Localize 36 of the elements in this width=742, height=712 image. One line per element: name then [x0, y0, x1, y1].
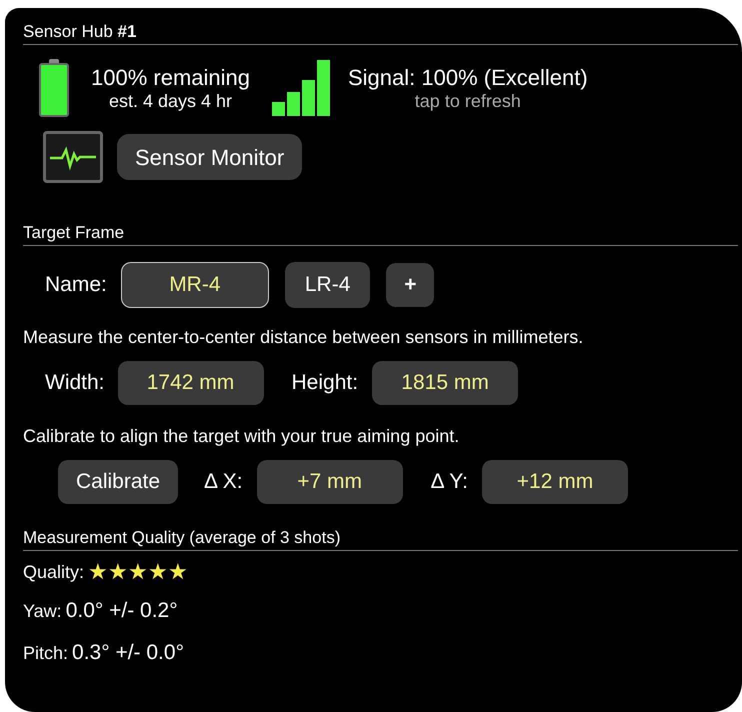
pitch-value: 0.3° +/- 0.0°	[72, 640, 184, 666]
section-heading: Target Frame	[23, 223, 738, 246]
delta-x-label: Δ X:	[204, 469, 243, 496]
width-field[interactable]: 1742 mm	[118, 361, 264, 405]
yaw-label: Yaw:	[23, 600, 62, 623]
section-heading: Measurement Quality (average of 3 shots)	[23, 528, 738, 551]
star-icon: ★	[88, 561, 108, 583]
battery-icon	[39, 59, 69, 117]
star-icon: ★	[168, 561, 188, 583]
add-button[interactable]: +	[386, 263, 434, 307]
signal-status: Signal: 100% (Excellent)	[348, 65, 588, 91]
sensor-monitor-button[interactable]: Sensor Monitor	[117, 134, 302, 180]
frame-tab[interactable]: MR-4	[120, 262, 269, 308]
star-icon: ★	[128, 561, 148, 583]
delta-y-label: Δ Y:	[430, 469, 468, 496]
battery-estimate: est. 4 days 4 hr	[108, 91, 232, 111]
delta-x-field[interactable]: +7 mm	[256, 460, 403, 504]
signal-bars-icon	[272, 60, 330, 116]
quality-label: Quality:	[23, 560, 84, 584]
frame-tab[interactable]: LR-4	[284, 262, 370, 308]
delta-y-field[interactable]: +12 mm	[482, 460, 628, 504]
star-icon: ★	[108, 561, 128, 583]
battery-remaining: 100% remaining	[91, 65, 250, 91]
heart-monitor-icon[interactable]	[43, 131, 103, 183]
refresh-link[interactable]: tap to refresh	[414, 91, 521, 111]
calibrate-button[interactable]: Calibrate	[58, 460, 178, 504]
instruction-text: Measure the center-to-center distance between sensors in millimeters.	[23, 326, 584, 349]
section-heading: Sensor Hub #1	[23, 22, 738, 45]
height-field[interactable]: 1815 mm	[372, 361, 518, 405]
pitch-label: Pitch:	[23, 642, 68, 664]
instruction-text: Calibrate to align the target with your true aiming point.	[23, 425, 460, 448]
width-label: Width:	[45, 370, 105, 396]
star-icon: ★	[148, 561, 168, 583]
name-label: Name:	[45, 272, 107, 298]
height-label: Height:	[292, 370, 358, 396]
yaw-value: 0.0° +/- 0.2°	[66, 598, 178, 624]
